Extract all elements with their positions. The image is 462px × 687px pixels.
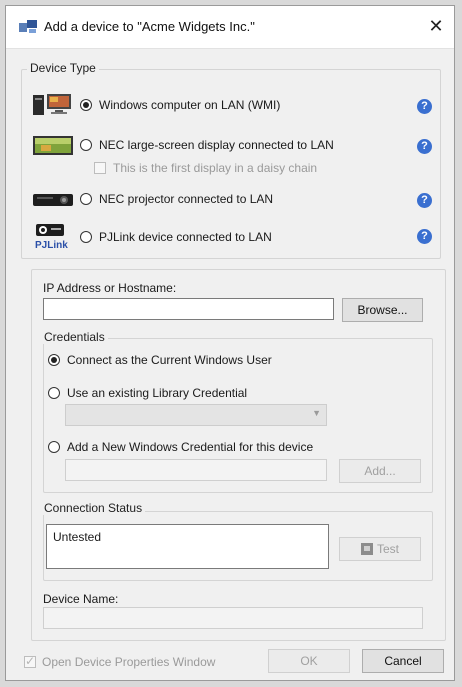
device-option-windows[interactable]: Windows computer on LAN (WMI)	[33, 94, 280, 116]
device-option-nec-display[interactable]: NEC large-screen display connected to LA…	[33, 134, 334, 156]
new-credential-radio[interactable]	[48, 441, 60, 453]
cancel-button[interactable]: Cancel	[362, 649, 444, 673]
credential-option-library[interactable]: Use an existing Library Credential	[48, 382, 247, 404]
nec-projector-option-label: NEC projector connected to LAN	[99, 192, 274, 206]
add-device-dialog: Add a device to "Acme Widgets Inc." ✕ De…	[5, 5, 455, 681]
shield-icon	[360, 543, 373, 555]
help-icon[interactable]: ?	[417, 193, 432, 208]
device-name-input[interactable]	[43, 607, 423, 629]
pjlink-radio[interactable]	[80, 231, 92, 243]
windows-radio[interactable]	[80, 99, 92, 111]
open-properties-label: Open Device Properties Window	[42, 655, 216, 669]
ip-input[interactable]	[43, 298, 334, 320]
nec-display-option-label: NEC large-screen display connected to LA…	[99, 138, 334, 152]
credential-option-new[interactable]: Add a New Windows Credential for this de…	[48, 436, 313, 458]
pjlink-icon-text: PJLink	[35, 240, 68, 251]
add-credential-button[interactable]: Add...	[339, 459, 421, 483]
nec-projector-radio[interactable]	[80, 193, 92, 205]
current-user-label: Connect as the Current Windows User	[67, 353, 272, 367]
app-icon	[19, 20, 37, 33]
connection-status-box: Untested	[46, 524, 329, 569]
open-properties-checkbox[interactable]	[24, 654, 36, 668]
daisy-chain-label: This is the first display in a daisy cha…	[113, 161, 318, 175]
current-user-radio[interactable]	[48, 354, 60, 366]
help-icon[interactable]: ?	[417, 229, 432, 244]
new-credential-label: Add a New Windows Credential for this de…	[67, 440, 314, 454]
test-button-label: Test	[376, 542, 399, 556]
pjlink-option-label: PJLink device connected to LAN	[99, 230, 272, 244]
library-radio[interactable]	[48, 387, 60, 399]
ip-label: IP Address or Hostname:	[43, 281, 177, 295]
windows-option-label: Windows computer on LAN (WMI)	[99, 98, 281, 112]
close-icon[interactable]: ✕	[422, 12, 450, 40]
help-icon[interactable]: ?	[417, 139, 432, 154]
device-option-pjlink[interactable]: PJLink PJLink device connected to LAN	[33, 223, 272, 251]
device-option-nec-projector[interactable]: NEC projector connected to LAN	[33, 188, 273, 210]
windows-computer-icon	[33, 94, 71, 115]
library-label: Use an existing Library Credential	[67, 386, 248, 400]
dropdown-arrow-icon: ▼	[312, 408, 321, 418]
daisy-chain-row: This is the first display in a daisy cha…	[94, 157, 317, 179]
help-icon[interactable]: ?	[417, 99, 432, 114]
device-type-label: Device Type	[27, 61, 99, 75]
test-button[interactable]: Test	[339, 537, 421, 561]
browse-button[interactable]: Browse...	[342, 298, 423, 322]
new-credential-input[interactable]	[65, 459, 327, 481]
credential-option-current-user[interactable]: Connect as the Current Windows User	[48, 349, 272, 371]
projector-icon	[33, 194, 73, 206]
open-properties-row[interactable]: Open Device Properties Window	[24, 651, 215, 673]
ok-button[interactable]: OK	[268, 649, 350, 673]
dialog-title: Add a device to "Acme Widgets Inc."	[44, 19, 255, 34]
credentials-label: Credentials	[41, 330, 108, 344]
daisy-chain-checkbox	[94, 162, 106, 174]
large-screen-display-icon	[33, 136, 73, 155]
device-name-label: Device Name:	[43, 592, 119, 606]
connection-status-label: Connection Status	[41, 501, 146, 515]
title-bar: Add a device to "Acme Widgets Inc." ✕	[6, 6, 454, 49]
connection-status-text: Untested	[53, 530, 102, 544]
pjlink-icon: PJLink	[35, 224, 68, 251]
library-credential-select[interactable]: ▼	[65, 404, 327, 426]
nec-display-radio[interactable]	[80, 139, 92, 151]
